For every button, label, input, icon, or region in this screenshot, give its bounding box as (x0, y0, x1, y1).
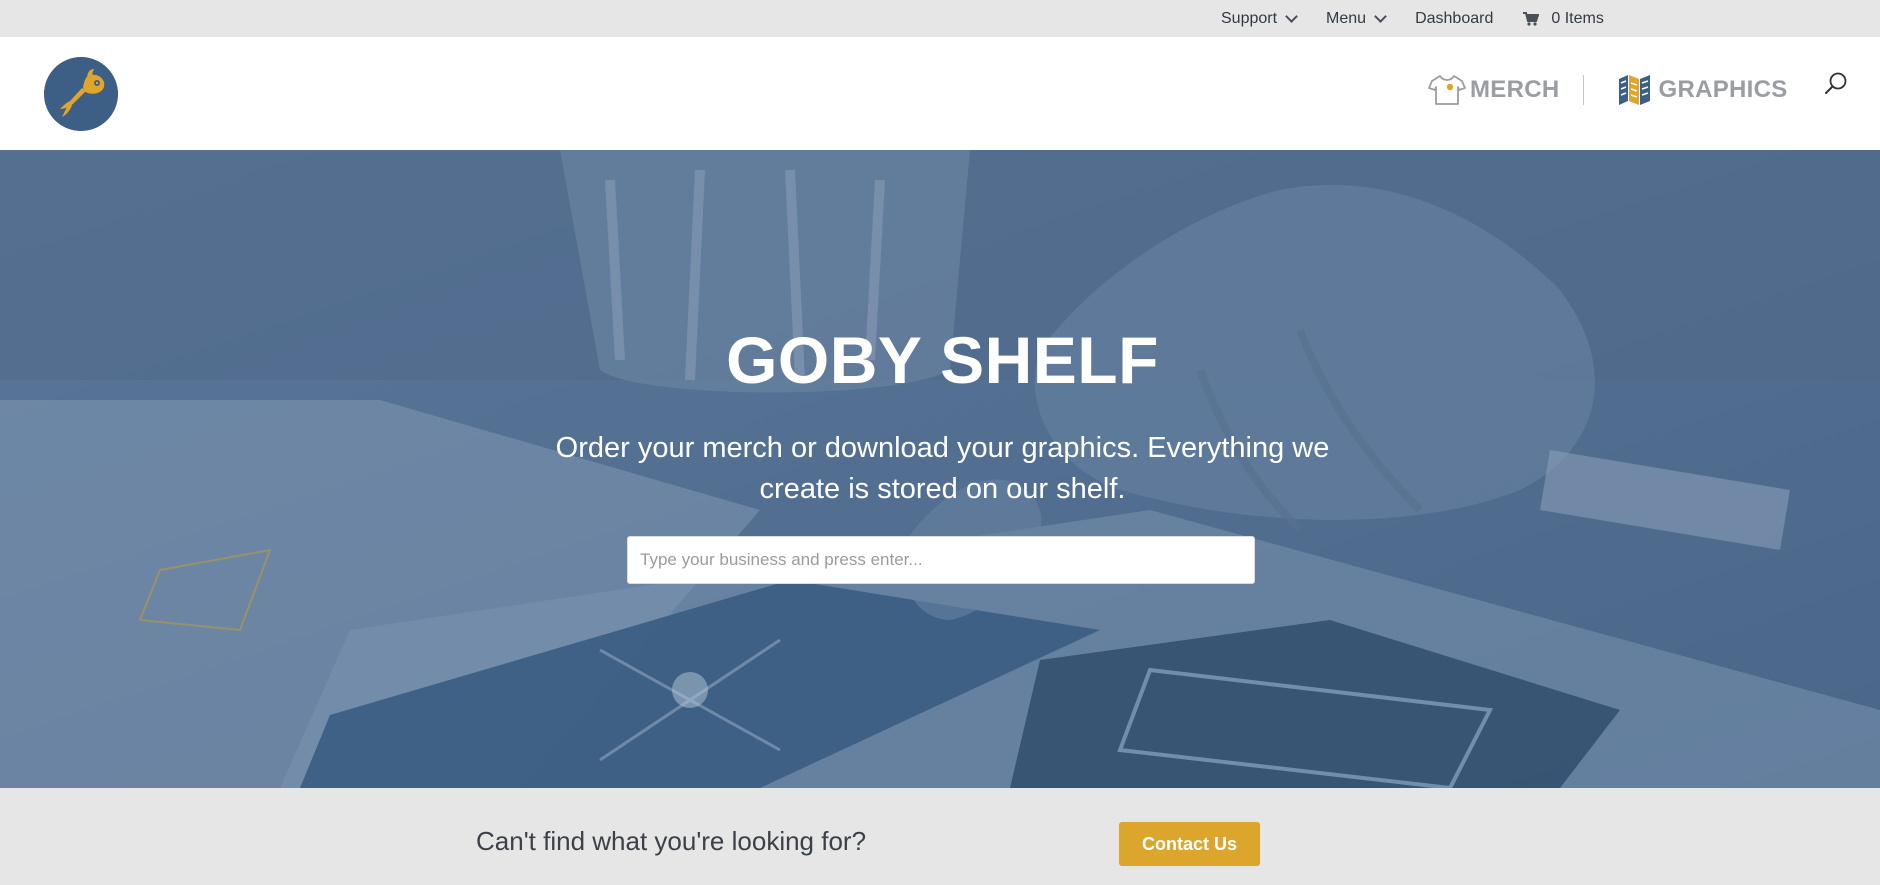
support-label: Support (1221, 9, 1278, 27)
dashboard-label: Dashboard (1415, 9, 1494, 27)
merch-label: MERCH (1470, 76, 1560, 103)
chevron-down-icon (1374, 9, 1387, 23)
main-nav: MERCH GRAPHICS (1428, 73, 1788, 107)
site-header: MERCH GRAPHICS (0, 37, 1880, 150)
hero-subtitle: Order your merch or download your graphi… (555, 432, 1330, 505)
cart-link[interactable]: 0 Items (1523, 9, 1604, 28)
site-logo[interactable] (44, 57, 118, 131)
cart-label: 0 Items (1551, 9, 1604, 27)
nav-divider (1582, 75, 1584, 105)
chevron-down-icon (1285, 9, 1298, 23)
hero-section: GOBY SHELF Order your merch or download … (0, 150, 1880, 788)
cart-icon (1523, 11, 1540, 26)
contact-cta-bar: Can't find what you're looking for? Cont… (0, 788, 1880, 885)
menu-dropdown[interactable]: Menu (1326, 9, 1387, 28)
business-search-input[interactable] (627, 536, 1255, 584)
map-icon (1618, 75, 1650, 105)
tshirt-icon (1428, 75, 1466, 105)
dashboard-link[interactable]: Dashboard (1415, 10, 1493, 28)
merch-link[interactable]: MERCH (1428, 73, 1560, 107)
top-bar: Support Menu Dashboard 0 Items (0, 0, 1880, 37)
hero-title: GOBY SHELF (726, 323, 1159, 397)
search-icon[interactable] (1823, 71, 1849, 97)
cta-text: Can't find what you're looking for? (476, 826, 867, 856)
menu-label: Menu (1326, 9, 1367, 27)
top-nav: Support Menu Dashboard 0 Items (1221, 0, 1604, 37)
graphics-link[interactable]: GRAPHICS (1617, 73, 1788, 107)
contact-us-button[interactable]: Contact Us (1119, 822, 1260, 866)
support-menu[interactable]: Support (1221, 9, 1298, 28)
graphics-label: GRAPHICS (1658, 76, 1788, 103)
fish-logo (44, 57, 118, 131)
